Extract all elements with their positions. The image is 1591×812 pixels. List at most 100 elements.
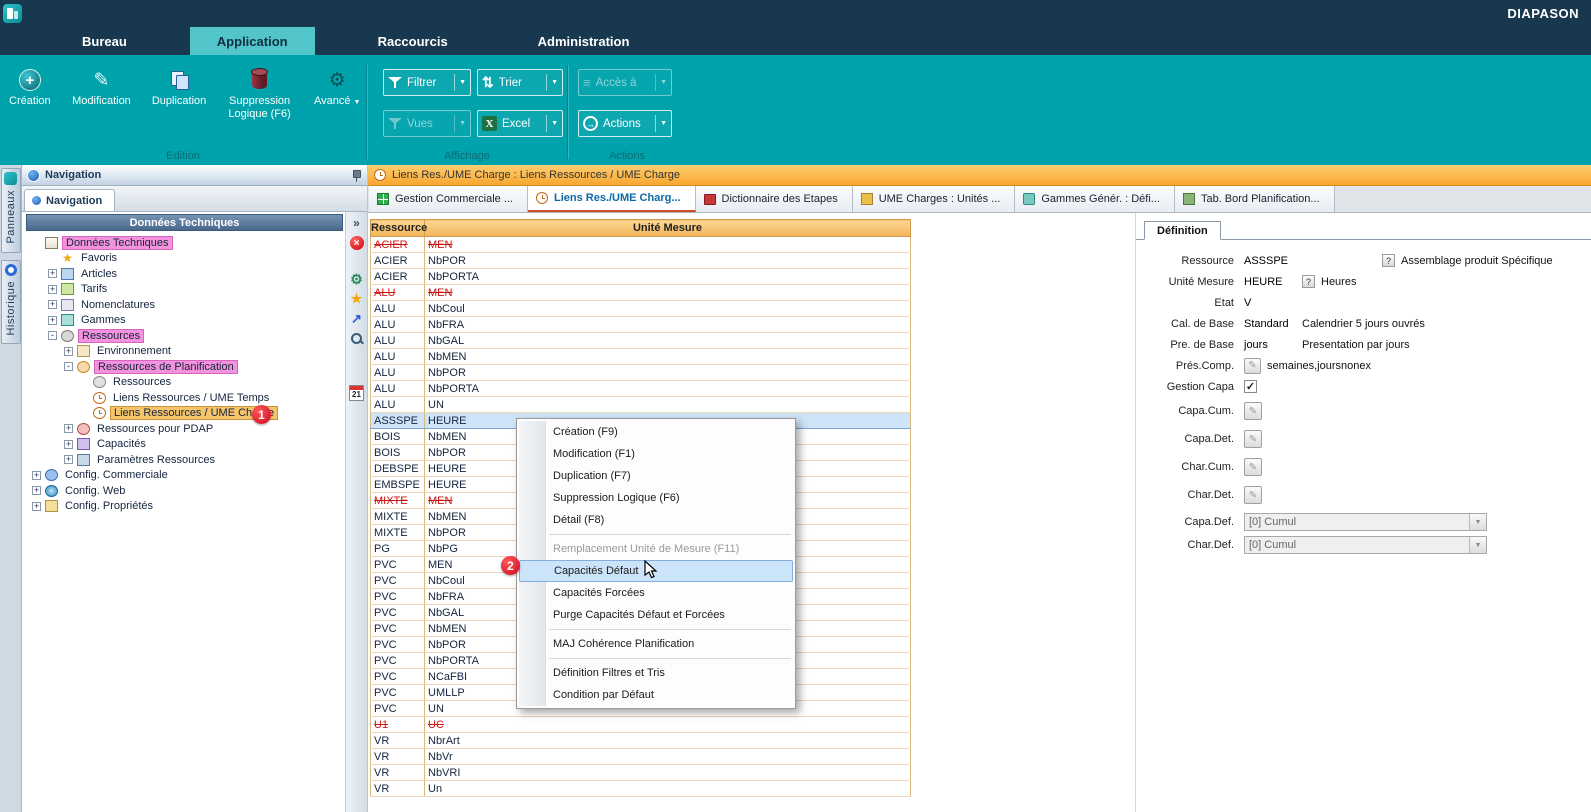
rail-button-calendar-icon[interactable]: 21: [348, 384, 366, 402]
table-row[interactable]: ALUNbGAL: [371, 333, 911, 349]
rail-button-search-icon[interactable]: [348, 330, 366, 348]
table-row[interactable]: ACIERNbPORTA: [371, 269, 911, 285]
tree-item-donnees-techniques[interactable]: Données Techniques: [26, 235, 343, 251]
tree-item-ressources[interactable]: -Ressources: [26, 328, 343, 344]
tab-raccourcis[interactable]: Raccourcis: [351, 27, 475, 55]
tree-item-ressources-de-planification[interactable]: -Ressources de Planification: [26, 359, 343, 375]
menu-item-creation-f9[interactable]: Création (F9): [519, 421, 793, 443]
expand-toggle-icon[interactable]: +: [32, 471, 41, 480]
doc-tab-dictionnaire-des-etapes[interactable]: Dictionnaire des Etapes: [696, 186, 853, 212]
expand-toggle-icon[interactable]: -: [64, 362, 73, 371]
table-row[interactable]: ALUNbMEN: [371, 349, 911, 365]
suppression-logique-f6-button[interactable]: Suppression Logique (F6): [219, 65, 301, 121]
expand-toggle-icon[interactable]: +: [48, 316, 57, 325]
tree-item-ressources[interactable]: Ressources: [26, 375, 343, 391]
table-row[interactable]: VRNbrArt: [371, 733, 911, 749]
expand-toggle-icon[interactable]: +: [32, 502, 41, 511]
table-row[interactable]: VRNbVRI: [371, 765, 911, 781]
tree-item-capacites[interactable]: +Capacités: [26, 437, 343, 453]
menu-item-definition-filtres-et-tris[interactable]: Définition Filtres et Tris: [519, 662, 793, 684]
expand-toggle-icon[interactable]: +: [64, 440, 73, 449]
field-select[interactable]: [0] Cumul▼: [1244, 513, 1487, 531]
tab-definition[interactable]: Définition: [1144, 221, 1221, 240]
doc-tab-gestion-commerciale[interactable]: Gestion Commerciale ...: [369, 186, 528, 212]
vues-button[interactable]: Vues▼: [383, 110, 471, 137]
tree-item-articles[interactable]: +Articles: [26, 266, 343, 282]
rail-button-go-icon[interactable]: ↗: [348, 310, 366, 328]
table-row[interactable]: VRNbVr: [371, 749, 911, 765]
tree-item-config-web[interactable]: +Config. Web: [26, 483, 343, 499]
duplication-button[interactable]: Duplication: [147, 65, 211, 121]
rail-button-close-red-icon[interactable]: ×: [348, 234, 366, 252]
table-row[interactable]: ALUUN: [371, 397, 911, 413]
tab-bureau[interactable]: Bureau: [55, 27, 154, 55]
tree-item-tarifs[interactable]: +Tarifs: [26, 282, 343, 298]
field-edit-button[interactable]: ✎: [1244, 486, 1262, 504]
menu-item-duplication-f7[interactable]: Duplication (F7): [519, 465, 793, 487]
table-row[interactable]: ALUNbFRA: [371, 317, 911, 333]
expand-toggle-icon[interactable]: +: [48, 285, 57, 294]
menu-item-detail-f8[interactable]: Détail (F8): [519, 509, 793, 531]
tree-item-liens-ressources-ume-charge[interactable]: Liens Ressources / UME Charge: [26, 406, 343, 422]
tree-item-environnement[interactable]: +Environnement: [26, 344, 343, 360]
doc-tab-ume-charges-unites[interactable]: UME Charges : Unités ...: [853, 186, 1016, 212]
tree-item-parametres-ressources[interactable]: +Paramètres Ressources: [26, 452, 343, 468]
modification-button[interactable]: ✎Modification: [64, 65, 140, 121]
field-select[interactable]: [0] Cumul▼: [1244, 536, 1487, 554]
menu-item-suppression-logique-f6[interactable]: Suppression Logique (F6): [519, 487, 793, 509]
table-row[interactable]: ALUNbPOR: [371, 365, 911, 381]
tree-item-gammes[interactable]: +Gammes: [26, 313, 343, 329]
doc-tab-gammes-gener-defi[interactable]: Gammes Génér. : Défi...: [1015, 186, 1175, 212]
panel-tab-panneaux[interactable]: Panneaux: [1, 168, 21, 253]
filtrer-button[interactable]: Filtrer▼: [383, 69, 471, 96]
field-edit-button[interactable]: ✎: [1244, 430, 1262, 448]
expand-toggle-icon[interactable]: -: [48, 331, 57, 340]
edit-button[interactable]: ✎: [1244, 358, 1261, 374]
checkbox[interactable]: ✓: [1244, 380, 1257, 393]
actions-button[interactable]: →Actions▼: [578, 110, 672, 137]
expand-toggle-icon[interactable]: +: [48, 269, 57, 278]
table-row[interactable]: ALUNbCoul: [371, 301, 911, 317]
acces-a-button[interactable]: ≡Accès à▼: [578, 69, 672, 96]
expand-toggle-icon[interactable]: +: [48, 300, 57, 309]
table-row[interactable]: VRUn: [371, 781, 911, 797]
trier-button[interactable]: ⇅Trier▼: [477, 69, 563, 96]
doc-tab-liens-res-ume-charg[interactable]: Liens Res./UME Charg...: [528, 186, 696, 212]
expand-toggle-icon[interactable]: +: [64, 455, 73, 464]
field-edit-button[interactable]: ✎: [1244, 402, 1262, 420]
table-row[interactable]: ALUNbPORTA: [371, 381, 911, 397]
field-edit-button[interactable]: ✎: [1244, 458, 1262, 476]
table-row[interactable]: U1UC: [371, 717, 911, 733]
tab-application[interactable]: Application: [190, 27, 315, 55]
tree-item-liens-ressources-ume-temps[interactable]: Liens Ressources / UME Temps: [26, 390, 343, 406]
menu-item-capacites-forcees[interactable]: Capacités Forcées: [519, 582, 793, 604]
panel-tab-historique[interactable]: Historique: [1, 260, 21, 345]
expand-toggle-icon[interactable]: +: [64, 424, 73, 433]
expand-toggle-icon[interactable]: +: [32, 486, 41, 495]
rail-button-rail-gear-icon[interactable]: ⚙: [348, 270, 366, 288]
rail-button-rail-star-icon[interactable]: ★: [348, 290, 366, 308]
tree-item-favoris[interactable]: ★Favoris: [26, 251, 343, 267]
tree-item-ressources-pour-pdap[interactable]: +Ressources pour PDAP: [26, 421, 343, 437]
tree-item-config-proprietes[interactable]: +Config. Propriétés: [26, 499, 343, 515]
column-header-ressource[interactable]: Ressource: [371, 220, 425, 237]
menu-item-modification-f1[interactable]: Modification (F1): [519, 443, 793, 465]
tree-item-nomenclatures[interactable]: +Nomenclatures: [26, 297, 343, 313]
tab-administration[interactable]: Administration: [511, 27, 657, 55]
creation-button[interactable]: +Création: [4, 65, 56, 121]
column-header-unite-mesure[interactable]: Unité Mesure: [425, 220, 911, 237]
menu-item-condition-par-defaut[interactable]: Condition par Défaut: [519, 684, 793, 706]
collapse-panel-button[interactable]: »: [348, 214, 366, 232]
pin-icon[interactable]: [350, 169, 362, 182]
table-row[interactable]: ACIERNbPOR: [371, 253, 911, 269]
expand-toggle-icon[interactable]: +: [64, 347, 73, 356]
tab-navigation[interactable]: Navigation: [24, 189, 115, 211]
table-row[interactable]: ALUMEN: [371, 285, 911, 301]
menu-item-maj-coherence-planification[interactable]: MAJ Cohérence Planification: [519, 633, 793, 655]
menu-item-purge-capacites-defaut-et-forcees[interactable]: Purge Capacités Défaut et Forcées: [519, 604, 793, 626]
tree-item-config-commerciale[interactable]: +Config. Commerciale: [26, 468, 343, 484]
menu-item-remplacement-unite-de-mesure-f11[interactable]: Remplacement Unité de Mesure (F11): [519, 538, 793, 560]
table-row[interactable]: ACIERMEN: [371, 237, 911, 253]
excel-button[interactable]: XExcel▼: [477, 110, 563, 137]
avance-button[interactable]: ⚙Avancé▼: [308, 65, 366, 121]
